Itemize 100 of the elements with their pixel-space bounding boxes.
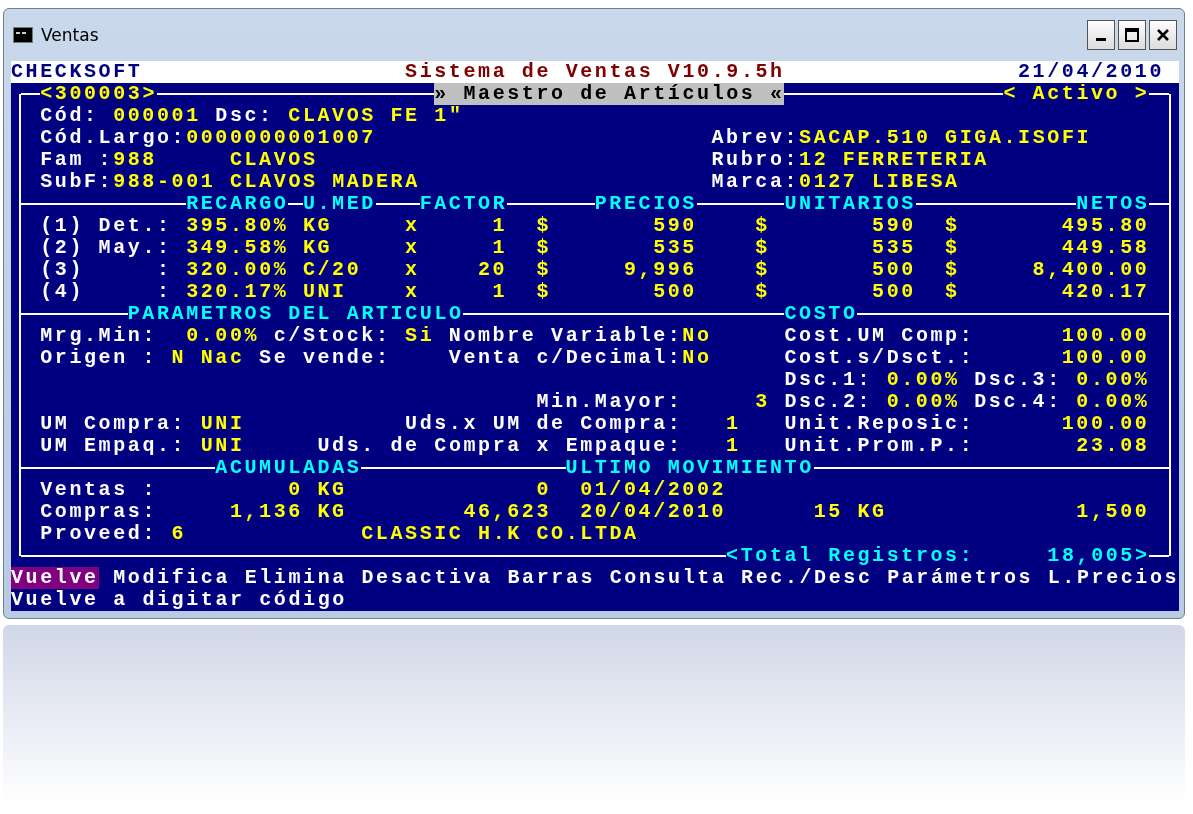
minimize-icon xyxy=(1096,38,1106,41)
field-value: 100.00 xyxy=(1061,347,1150,369)
menu-item[interactable]: Barras xyxy=(507,567,596,589)
field-label: Se vende: xyxy=(259,347,391,369)
field-label: Unit.Reposic: xyxy=(784,413,975,435)
price-cell: x xyxy=(405,281,420,303)
field-label: Unit.Prom.P.: xyxy=(784,435,975,457)
menu-item[interactable]: Elimina xyxy=(244,567,347,589)
field-label: UM Empaq.: xyxy=(40,435,187,457)
menu-item[interactable]: Desactiva xyxy=(361,567,493,589)
menu-item[interactable]: Modifica xyxy=(113,567,231,589)
price-cell: 395.80% xyxy=(186,215,289,237)
field-label: Rubro: xyxy=(711,149,800,171)
close-icon xyxy=(1156,28,1170,42)
field-label: Origen : xyxy=(40,347,157,369)
total-cell: 0 xyxy=(536,479,551,501)
field-value: 988-001 CLAVOS MADERA xyxy=(113,171,420,193)
price-cell: 349.58% xyxy=(186,237,289,259)
price-cell: $ xyxy=(945,215,960,237)
row-label: Proveed: xyxy=(40,523,157,545)
field-value: 100.00 xyxy=(1061,413,1150,435)
record-count: <Total Registros: 18,005> xyxy=(726,545,1150,567)
field-label: Fam : xyxy=(40,149,114,171)
field-value: SACAP.510 GIGA.ISOFI xyxy=(799,127,1091,149)
field-value: 988 xyxy=(113,149,157,171)
field-value: UNI xyxy=(200,435,245,457)
field-label: Dsc.4: xyxy=(974,391,1062,413)
field-value: 12 FERRETERIA xyxy=(799,149,989,171)
field-value: CLAVOS FE 1" xyxy=(288,105,464,127)
price-cell: 449.58 xyxy=(1061,237,1150,259)
row-label: Compras: xyxy=(40,501,157,523)
price-cell: C/20 xyxy=(302,259,362,281)
hint-text: Vuelve a digitar código xyxy=(11,589,347,611)
field-label: Dsc.1: xyxy=(784,369,873,391)
price-cell: 8,400.00 xyxy=(1032,259,1150,281)
field-value: No xyxy=(682,325,712,347)
date-label: 21/04/2010 xyxy=(1017,61,1164,83)
total-cell: 20/04/2010 xyxy=(580,501,727,523)
field-value: 1 xyxy=(726,435,741,457)
field-label: Uds. de Compra x Empaque: xyxy=(317,435,683,457)
price-cell: 535 xyxy=(653,237,697,259)
price-cell: $ xyxy=(536,259,551,281)
price-cell: 535 xyxy=(872,237,916,259)
price-cell: $ xyxy=(536,215,551,237)
price-cell: x xyxy=(405,215,420,237)
console-icon xyxy=(13,27,33,43)
field-label: Min.Mayor: xyxy=(536,391,683,413)
field-label: Cost.s/Dsct.: xyxy=(784,347,975,369)
minimize-button[interactable] xyxy=(1087,20,1115,50)
field-label: Venta c/Decimal: xyxy=(448,347,683,369)
field-label: c/Stock: xyxy=(273,325,391,347)
field-value: 0000000001007 xyxy=(186,127,376,149)
field-label: Nombre Variable: xyxy=(448,325,683,347)
row-label: (3) : xyxy=(40,259,172,281)
row-label: Ventas : xyxy=(40,479,157,501)
price-cell: 500 xyxy=(872,259,916,281)
price-cell: $ xyxy=(536,281,551,303)
field-value: 0127 LIBESA xyxy=(799,171,960,193)
total-cell: 15 KG xyxy=(813,501,887,523)
price-cell: $ xyxy=(945,281,960,303)
price-cell: 500 xyxy=(872,281,916,303)
price-cell: 320.17% xyxy=(186,281,289,303)
price-cell: 1 xyxy=(492,215,508,237)
system-title: Sistema de Ventas V10.9.5h xyxy=(405,61,785,83)
price-cell: 1 xyxy=(492,237,508,259)
menu-item[interactable]: Rec./Desc xyxy=(741,567,873,589)
field-value: 0.00% xyxy=(886,369,960,391)
price-cell: 320.00% xyxy=(186,259,289,281)
screen-title: » Maestro de Artículos « xyxy=(434,83,785,105)
field-value: N Nac xyxy=(171,347,245,369)
field-value: 23.08 xyxy=(1076,435,1150,457)
field-label: Dsc.3: xyxy=(974,369,1062,391)
total-cell: 0 KG xyxy=(288,479,347,501)
price-cell: $ xyxy=(945,237,960,259)
row-label: (2) May.: xyxy=(40,237,172,259)
field-value: UNI xyxy=(200,413,245,435)
field-label: Dsc: xyxy=(215,105,274,127)
field-value: 100.00 xyxy=(1061,325,1150,347)
close-button[interactable] xyxy=(1149,20,1177,50)
price-cell: 590 xyxy=(872,215,916,237)
field-value: No xyxy=(682,347,712,369)
menu-item[interactable]: Parámetros xyxy=(887,567,1034,589)
price-cell: 420.17 xyxy=(1061,281,1150,303)
total-cell: 01/04/2002 xyxy=(580,479,727,501)
maximize-button[interactable] xyxy=(1118,20,1146,50)
total-cell: 46,623 xyxy=(463,501,551,523)
field-value: 000001 xyxy=(113,105,201,127)
field-value: 1 xyxy=(726,413,741,435)
company-name: CHECKSOFT xyxy=(11,61,143,83)
price-cell: x xyxy=(405,237,420,259)
field-value: 0.00% xyxy=(886,391,960,413)
price-cell: 1 xyxy=(492,281,508,303)
price-cell: UNI xyxy=(302,281,347,303)
price-cell: 590 xyxy=(653,215,697,237)
field-label: Uds.x UM de Compra: xyxy=(405,413,683,435)
menu-item[interactable]: Vuelve xyxy=(11,567,99,589)
menu-item[interactable]: Consulta xyxy=(609,567,727,589)
menu-item[interactable]: L.Precios xyxy=(1047,567,1180,589)
field-value: Si xyxy=(405,325,435,347)
price-cell: $ xyxy=(755,259,770,281)
